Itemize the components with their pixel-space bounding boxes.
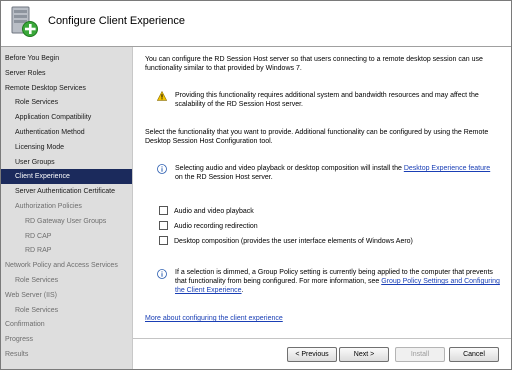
checkbox-audio-video[interactable]: Audio and video playback xyxy=(159,205,254,217)
sidebar-item-rd-gateway-user-groups[interactable]: RD Gateway User Groups xyxy=(1,214,132,229)
sidebar-item-network-policy-and-access-services[interactable]: Network Policy and Access Services xyxy=(1,258,132,273)
info1-text-before: Selecting audio and video playback or de… xyxy=(175,165,404,172)
wizard-sidebar: Before You Begin Server Roles Remote Deskt… xyxy=(1,47,133,369)
previous-button[interactable]: < Previous xyxy=(287,347,337,362)
checkbox-desktop-composition[interactable]: Desktop composition (provides the user i… xyxy=(159,235,413,247)
cancel-button[interactable]: Cancel xyxy=(449,347,499,362)
sidebar-item-role-services[interactable]: Role Services xyxy=(1,273,132,288)
sidebar-item-role-services[interactable]: Role Services xyxy=(1,95,132,110)
main-content: You can configure the RD Session Host se… xyxy=(133,47,511,369)
install-button[interactable]: Install xyxy=(395,347,445,362)
checkbox-box[interactable] xyxy=(159,205,168,215)
sidebar-item-progress[interactable]: Progress xyxy=(1,332,132,347)
server-add-icon xyxy=(11,6,38,37)
footer-divider xyxy=(133,338,511,339)
sidebar-item-authentication-method[interactable]: Authentication Method xyxy=(1,125,132,140)
desktop-experience-link[interactable]: Desktop Experience feature xyxy=(404,165,490,172)
sidebar-item-application-compatibility[interactable]: Application Compatibility xyxy=(1,110,132,125)
info-icon xyxy=(157,269,167,279)
sidebar-item-authorization-policies[interactable]: Authorization Policies xyxy=(1,199,132,214)
sidebar-item-server-roles[interactable]: Server Roles xyxy=(1,66,132,81)
sidebar-item-confirmation[interactable]: Confirmation xyxy=(1,317,132,332)
more-about-link[interactable]: More about configuring the client experi… xyxy=(145,314,283,323)
checkbox-label: Audio and video playback xyxy=(174,208,254,215)
sidebar-item-licensing-mode[interactable]: Licensing Mode xyxy=(1,140,132,155)
next-button[interactable]: Next > xyxy=(339,347,389,362)
wizard-window: Configure Client Experience Before You B… xyxy=(0,0,512,370)
sidebar-item-web-server-iis[interactable]: Web Server (IIS) xyxy=(1,288,132,303)
sidebar-item-results[interactable]: Results xyxy=(1,347,132,362)
info1-text-after: on the RD Session Host server. xyxy=(175,174,273,181)
checkbox-box[interactable] xyxy=(159,220,168,230)
sidebar-item-rd-rap[interactable]: RD RAP xyxy=(1,243,132,258)
checkbox-audio-recording[interactable]: Audio recording redirection xyxy=(159,220,258,232)
sidebar-item-before-you-begin[interactable]: Before You Begin xyxy=(1,51,132,66)
checkbox-label: Audio recording redirection xyxy=(174,223,258,230)
sidebar-item-client-experience[interactable]: Client Experience xyxy=(1,169,132,185)
checkbox-label: Desktop composition (provides the user i… xyxy=(174,238,413,245)
page-title: Configure Client Experience xyxy=(48,15,185,27)
warning-text: Providing this functionality requires ad… xyxy=(175,92,479,108)
wizard-header: Configure Client Experience xyxy=(1,1,511,46)
select-functionality-text: Select the functionality that you want t… xyxy=(145,129,489,145)
sidebar-item-rd-cap[interactable]: RD CAP xyxy=(1,229,132,244)
info-desktop-experience: Selecting audio and video playback or de… xyxy=(175,164,495,182)
sidebar-item-user-groups[interactable]: User Groups xyxy=(1,155,132,170)
sidebar-item-role-services[interactable]: Role Services xyxy=(1,303,132,318)
sidebar-item-remote-desktop-services[interactable]: Remote Desktop Services xyxy=(1,81,132,96)
intro-text: You can configure the RD Session Host se… xyxy=(145,56,483,72)
info2-text-after: . xyxy=(241,287,244,294)
info-icon xyxy=(157,164,167,174)
checkbox-box[interactable] xyxy=(159,235,168,245)
info-group-policy: If a selection is dimmed, a Group Policy… xyxy=(175,268,505,295)
sidebar-item-server-authentication-certificate[interactable]: Server Authentication Certificate xyxy=(1,184,132,199)
warning-icon xyxy=(157,91,167,101)
